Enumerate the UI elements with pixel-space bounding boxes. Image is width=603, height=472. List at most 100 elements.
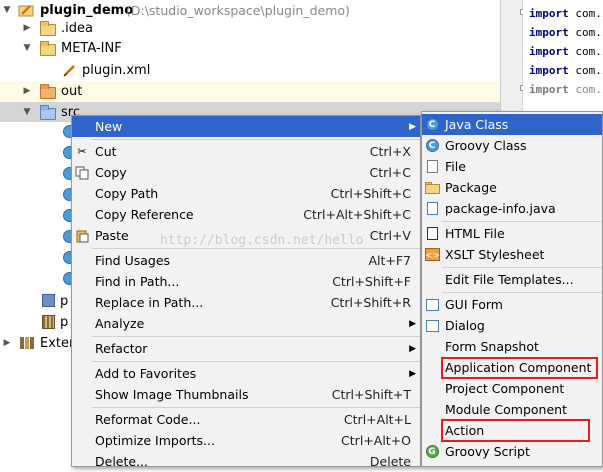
html-file-icon	[424, 226, 440, 242]
code-line: import com.i	[529, 26, 603, 39]
menu-item-label: File	[445, 159, 466, 174]
shortcut: Ctrl+Shift+F	[332, 274, 411, 289]
menu-item-label: Groovy Class	[445, 138, 527, 153]
menu-separator	[92, 407, 420, 408]
tree-row-out[interactable]: ▶ out	[0, 81, 500, 101]
menu-item-label: Reformat Code...	[95, 412, 201, 427]
menu-item-copy-reference[interactable]: Copy Reference Ctrl+Alt+Shift+C	[72, 204, 420, 225]
submenu-item-file[interactable]: File	[422, 156, 602, 177]
menu-item-refactor[interactable]: Refactor ▶	[72, 338, 420, 359]
menu-item-cut[interactable]: ✂ Cut Ctrl+X	[72, 141, 420, 162]
shortcut: Ctrl+Alt+Shift+C	[303, 207, 411, 222]
groovy-class-icon: C	[424, 138, 440, 154]
shortcut: Ctrl+Alt+O	[341, 433, 411, 448]
source-folder-icon	[40, 105, 56, 121]
submenu-item-html-file[interactable]: HTML File	[422, 223, 602, 244]
tree-label: out	[61, 83, 83, 99]
project-name: plugin_demo	[40, 2, 134, 18]
submenu-arrow-icon: ▶	[409, 121, 416, 132]
menu-item-reformat-code[interactable]: Reformat Code... Ctrl+Alt+L	[72, 409, 420, 430]
menu-item-label: Edit File Templates...	[445, 272, 574, 287]
tree-label: p	[60, 314, 69, 330]
tree-row-plugin-xml[interactable]: plugin.xml	[0, 60, 500, 80]
code-line: import com.i	[529, 7, 603, 20]
menu-item-show-image-thumbnails[interactable]: Show Image Thumbnails Ctrl+Shift+T	[72, 384, 420, 405]
folder-icon	[40, 21, 56, 37]
shortcut: Ctrl+V	[369, 228, 411, 243]
submenu-item-module-component[interactable]: Module Component	[422, 399, 602, 420]
shortcut: Ctrl+Shift+C	[330, 186, 411, 201]
menu-item-label: Copy Path	[95, 186, 159, 201]
submenu-item-groovy-script[interactable]: G Groovy Script	[422, 441, 602, 462]
menu-item-label: Copy	[95, 165, 127, 180]
submenu-item-groovy-class[interactable]: C Groovy Class	[422, 135, 602, 156]
collapsed-arrow-icon[interactable]: ▶	[22, 23, 32, 33]
submenu-item-java-class[interactable]: C Java Class	[422, 114, 602, 135]
menu-item-label: New	[95, 119, 123, 134]
package-folder-icon	[424, 180, 440, 196]
collapsed-arrow-icon[interactable]: ▶	[22, 86, 32, 96]
tree-label: p	[60, 293, 69, 309]
highlight-box-action	[441, 419, 590, 442]
submenu-item-gui-form[interactable]: GUI Form	[422, 294, 602, 315]
java-file-icon	[424, 201, 440, 217]
menu-item-new[interactable]: New ▶	[72, 116, 420, 137]
highlight-box-application-component	[441, 357, 598, 379]
dialog-icon	[424, 318, 440, 334]
shortcut: Ctrl+Alt+L	[343, 412, 411, 427]
groovy-script-icon: G	[424, 444, 440, 460]
menu-item-label: Copy Reference	[95, 207, 194, 222]
submenu-arrow-icon: ▶	[409, 343, 416, 354]
tree-label: META-INF	[61, 40, 122, 56]
menu-item-replace-in-path[interactable]: Replace in Path... Ctrl+Shift+R	[72, 292, 420, 313]
menu-separator	[92, 248, 420, 249]
menu-separator	[442, 267, 602, 268]
menu-separator	[92, 139, 420, 140]
library-icon	[42, 315, 58, 329]
submenu-item-project-component[interactable]: Project Component	[422, 378, 602, 399]
menu-item-label: Package	[445, 180, 497, 195]
submenu-item-dialog[interactable]: Dialog	[422, 315, 602, 336]
menu-item-label: Find Usages	[95, 253, 171, 268]
menu-separator	[92, 361, 420, 362]
menu-item-label: Project Component	[445, 381, 565, 396]
menu-item-delete[interactable]: Delete... Delete	[72, 451, 420, 472]
menu-item-add-to-favorites[interactable]: Add to Favorites ▶	[72, 363, 420, 384]
menu-item-copy[interactable]: Copy Ctrl+C	[72, 162, 420, 183]
code-line: import com.i	[529, 45, 603, 58]
menu-item-label: GUI Form	[445, 297, 503, 312]
menu-item-label: Refactor	[95, 341, 148, 356]
menu-item-find-in-path[interactable]: Find in Path... Ctrl+Shift+F	[72, 271, 420, 292]
menu-item-label: Add to Favorites	[95, 366, 197, 381]
xslt-icon: <>	[424, 247, 440, 263]
tree-label: Exter	[40, 335, 75, 351]
submenu-item-edit-file-templates[interactable]: Edit File Templates...	[422, 269, 602, 290]
menu-item-analyze[interactable]: Analyze ▶	[72, 313, 420, 334]
collapsed-arrow-icon[interactable]: ▶	[2, 338, 12, 348]
shortcut: Ctrl+Shift+T	[331, 387, 411, 402]
menu-item-label: Show Image Thumbnails	[95, 387, 249, 402]
submenu-arrow-icon: ▶	[409, 318, 416, 329]
new-submenu: C Java Class C Groovy Class File Package…	[421, 111, 603, 467]
menu-item-paste[interactable]: Paste Ctrl+V	[72, 225, 420, 246]
tree-row-idea[interactable]: ▶ .idea	[0, 18, 500, 38]
menu-item-label: Paste	[95, 228, 129, 243]
copy-icon	[74, 165, 90, 181]
menu-item-find-usages[interactable]: Find Usages Alt+F7	[72, 250, 420, 271]
tree-row-root[interactable]: ▼ plugin_demo (D:\studio_workspace\plugi…	[0, 0, 500, 20]
submenu-item-form-snapshot[interactable]: Form Snapshot	[422, 336, 602, 357]
tree-row-meta-inf[interactable]: ▼ META-INF	[0, 38, 500, 58]
package-icon	[42, 294, 58, 308]
menu-item-optimize-imports[interactable]: Optimize Imports... Ctrl+Alt+O	[72, 430, 420, 451]
expand-arrow-icon[interactable]: ▼	[2, 5, 12, 15]
submenu-item-xslt-stylesheet[interactable]: <> XSLT Stylesheet	[422, 244, 602, 265]
external-libraries-icon	[20, 337, 34, 349]
folder-icon	[40, 41, 56, 57]
menu-item-copy-path[interactable]: Copy Path Ctrl+Shift+C	[72, 183, 420, 204]
menu-separator	[442, 221, 602, 222]
expand-arrow-icon[interactable]: ▼	[22, 43, 32, 53]
submenu-item-package[interactable]: Package	[422, 177, 602, 198]
scissors-icon: ✂	[77, 145, 87, 158]
submenu-item-package-info[interactable]: package-info.java	[422, 198, 602, 219]
expand-arrow-icon[interactable]: ▼	[22, 107, 32, 117]
